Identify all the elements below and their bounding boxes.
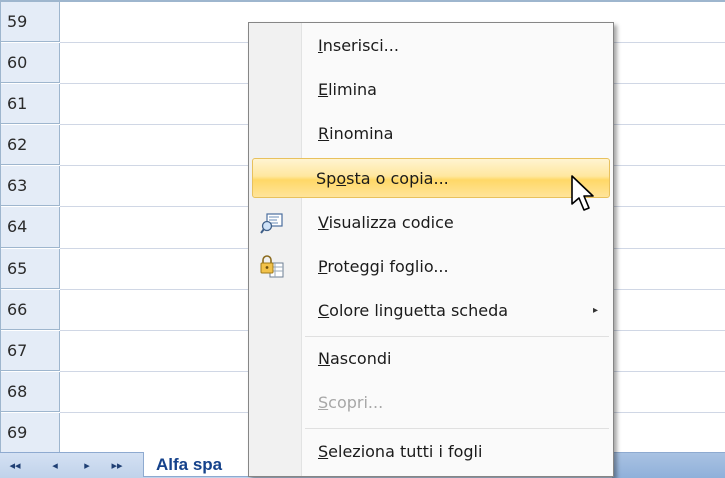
menu-separator <box>305 428 609 429</box>
row-header[interactable]: 60 <box>0 43 60 84</box>
first-sheet-icon: ◂◂ <box>9 458 21 472</box>
next-sheet-button[interactable]: ▸ <box>78 457 96 473</box>
menu-item-protect-sheet[interactable]: Proteggi foglio... <box>252 247 610 287</box>
menu-item-label: Proteggi foglio... <box>318 257 449 276</box>
grid-left-border <box>0 0 1 452</box>
menu-item-label: Elimina <box>318 80 377 99</box>
menu-item-view-code[interactable]: Visualizza codice <box>252 203 610 243</box>
row-header[interactable]: 67 <box>0 330 60 371</box>
tab-strip-background <box>612 453 725 478</box>
previous-sheet-button[interactable]: ◂ <box>46 457 64 473</box>
last-sheet-button[interactable]: ▸▸ <box>108 457 126 473</box>
menu-item-label: Rinomina <box>318 124 394 143</box>
menu-item-rename[interactable]: Rinomina <box>252 114 610 154</box>
view-code-icon <box>260 213 283 234</box>
menu-separator <box>305 336 609 337</box>
menu-item-label: Colore linguetta scheda <box>318 301 509 320</box>
row-header[interactable]: 59 <box>0 2 60 43</box>
next-sheet-icon: ▸ <box>84 458 90 472</box>
arrow-pointer-icon <box>571 175 594 211</box>
first-sheet-button[interactable]: ◂◂ <box>6 457 24 473</box>
menu-item-label: Visualizza codice <box>318 213 454 232</box>
row-header[interactable]: 64 <box>0 207 60 248</box>
menu-item-insert[interactable]: Inserisci... <box>252 26 610 66</box>
last-sheet-icon: ▸▸ <box>111 458 123 472</box>
row-header[interactable]: 65 <box>0 248 60 289</box>
sheet-context-menu: Inserisci... Elimina Rinomina Sposta o c… <box>248 22 614 477</box>
row-header[interactable]: 66 <box>0 289 60 330</box>
row-header[interactable]: 63 <box>0 166 60 207</box>
menu-item-unhide: Scopri... <box>252 383 610 423</box>
row-header[interactable]: 68 <box>0 371 60 412</box>
menu-item-label: Nascondi <box>318 349 392 368</box>
menu-item-hide[interactable]: Nascondi <box>252 339 610 379</box>
row-header[interactable]: 61 <box>0 84 60 125</box>
menu-item-label: Sposta o copia... <box>316 169 449 188</box>
row-header[interactable]: 69 <box>0 412 60 453</box>
submenu-arrow-icon: ▸ <box>592 305 598 316</box>
menu-item-delete[interactable]: Elimina <box>252 70 610 110</box>
previous-sheet-icon: ◂ <box>52 458 58 472</box>
protect-sheet-icon <box>260 255 284 278</box>
row-header[interactable]: 62 <box>0 125 60 166</box>
menu-item-label: Inserisci... <box>318 36 399 55</box>
menu-item-select-all-sheets[interactable]: Seleziona tutti i fogli <box>252 432 610 472</box>
menu-item-label: Scopri... <box>318 393 384 412</box>
menu-item-move-or-copy[interactable]: Sposta o copia... <box>252 158 610 198</box>
menu-item-label: Seleziona tutti i fogli <box>318 442 483 461</box>
menu-item-tab-color[interactable]: Colore linguetta scheda ▸ <box>252 291 610 331</box>
